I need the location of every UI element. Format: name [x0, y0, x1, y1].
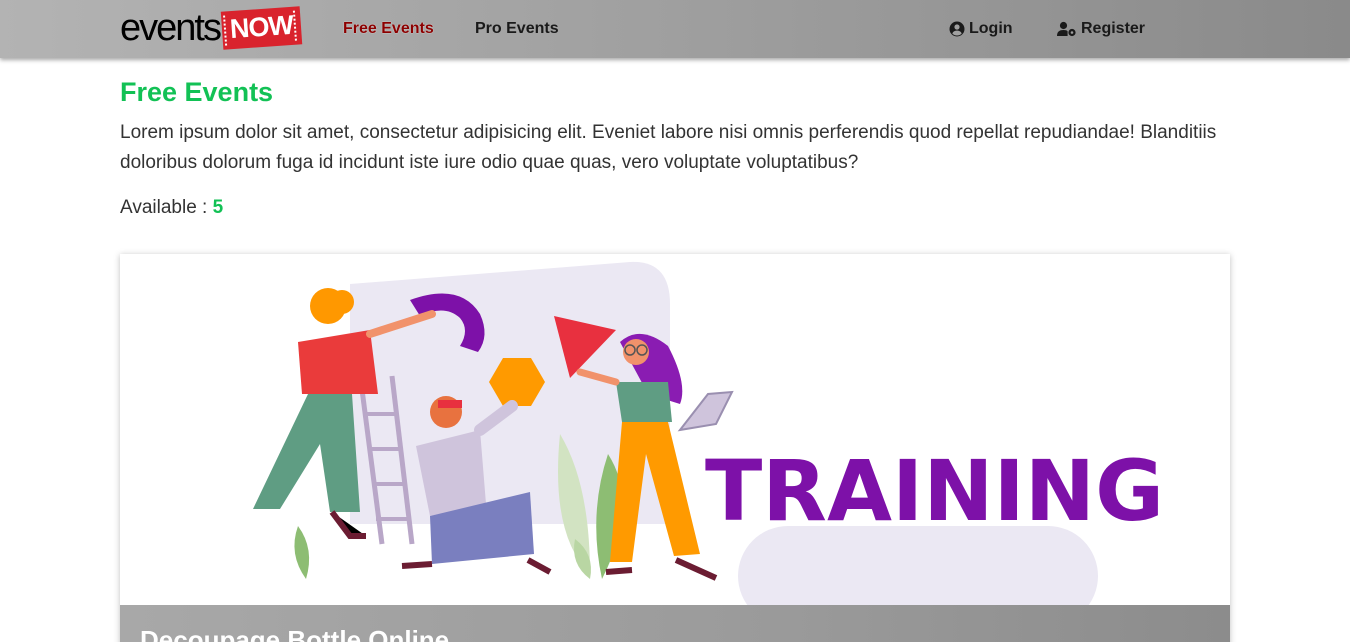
event-card-title[interactable]: Decoupage Bottle Online: [140, 625, 449, 642]
nav-link-free-events[interactable]: Free Events: [343, 19, 434, 39]
register-label: Register: [1081, 20, 1146, 37]
top-navbar: events NOW Free Events Pro Events Login …: [0, 0, 1350, 58]
login-label: Login: [969, 20, 1013, 37]
nav-link-pro-events[interactable]: Pro Events: [475, 19, 559, 39]
register-link[interactable]: Register: [1057, 19, 1145, 39]
page-description: Lorem ipsum dolor sit amet, consectetur …: [120, 122, 1217, 173]
user-circle-icon: [949, 21, 965, 37]
page-title: Free Events: [120, 77, 274, 107]
event-card-footer: Decoupage Bottle Online: [120, 605, 1230, 642]
logo-badge: NOW: [220, 6, 303, 50]
logo-text: events: [120, 7, 222, 49]
available-count: 5: [212, 197, 224, 218]
training-banner-text: TRAINING: [705, 442, 1164, 540]
brand-logo[interactable]: events NOW: [120, 5, 303, 51]
event-card[interactable]: TRAINING Decoupage Bottle Online: [120, 254, 1230, 642]
event-card-image[interactable]: TRAINING: [120, 254, 1230, 605]
login-link[interactable]: Login: [949, 19, 1013, 39]
available-label: Available :: [120, 197, 213, 218]
user-cog-icon: [1057, 21, 1076, 37]
available-line: Available : 5: [120, 196, 1230, 220]
main-content: Free Events Lorem ipsum dolor sit amet, …: [120, 76, 1230, 220]
